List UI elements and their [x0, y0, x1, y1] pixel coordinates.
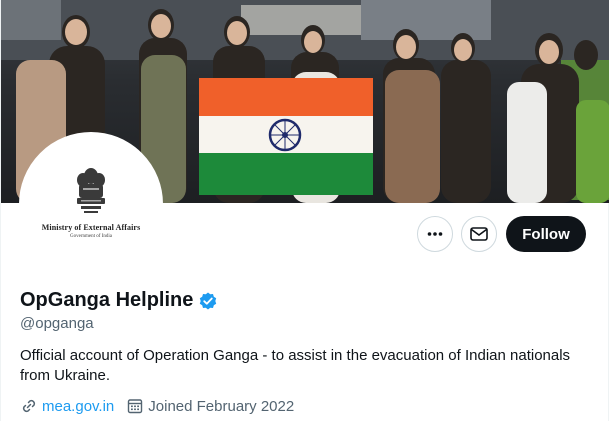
verified-badge-icon[interactable] — [198, 291, 218, 311]
avatar-logo: Ministry of External Affairs Government … — [23, 136, 159, 272]
more-options-button[interactable] — [417, 216, 453, 252]
joined-date: Joined February 2022 — [148, 397, 295, 415]
profile-bio: Official account of Operation Ganga - to… — [20, 347, 571, 384]
calendar-icon — [126, 397, 144, 415]
more-icon — [427, 232, 443, 236]
profile-card: Ministry of External Affairs Government … — [0, 0, 609, 421]
follow-button[interactable]: Follow — [506, 216, 586, 252]
joined-item: Joined February 2022 — [126, 397, 294, 415]
profile-meta: mea.gov.in Joined February 2022 — [20, 397, 294, 415]
profile-name: OpGanga Helpline — [20, 289, 194, 311]
profile-handle: @opganga — [20, 315, 94, 332]
mail-icon — [470, 227, 488, 241]
avatar-org-name: Ministry of External Affairs — [41, 223, 141, 232]
website-link[interactable]: mea.gov.in — [42, 398, 114, 415]
link-icon — [20, 397, 38, 415]
national-emblem-icon — [77, 168, 105, 213]
message-button[interactable] — [461, 216, 497, 252]
profile-avatar[interactable]: Ministry of External Affairs Government … — [19, 132, 163, 276]
avatar-org-subtitle: Government of India — [70, 234, 112, 239]
profile-name-row: OpGanga Helpline — [20, 289, 218, 312]
website-item: mea.gov.in — [20, 397, 114, 415]
